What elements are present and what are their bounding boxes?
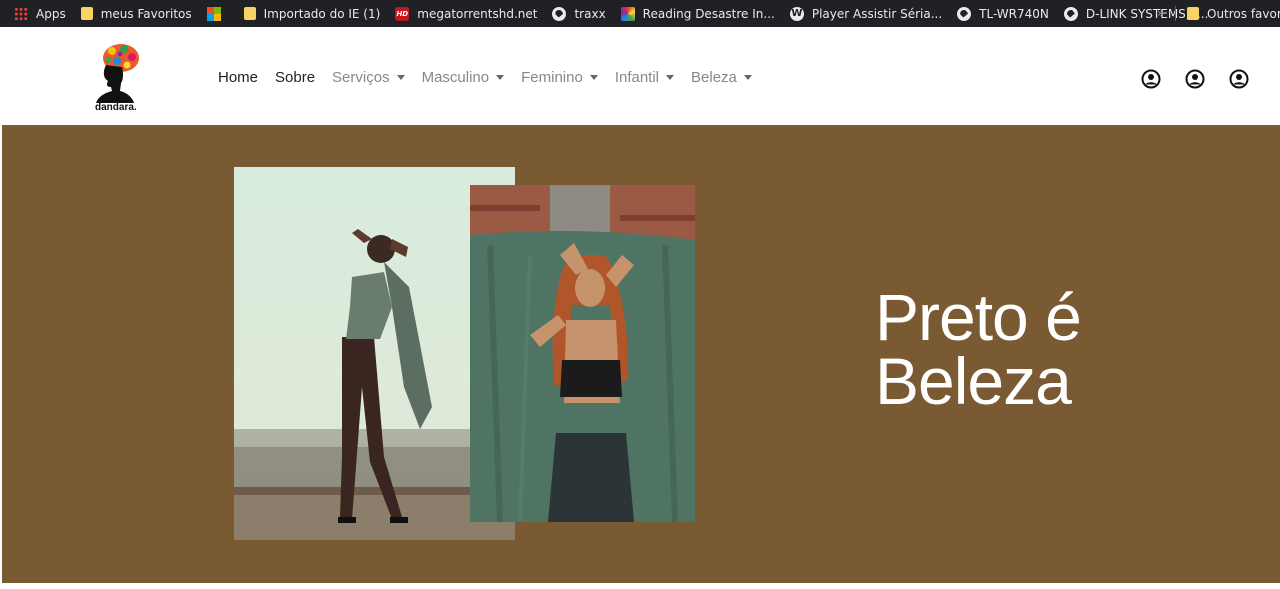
bookmark-other-favorites[interactable]: Outros favoritos: [1187, 0, 1280, 27]
nav-label: Serviços: [332, 69, 390, 86]
apps-icon: [14, 6, 28, 21]
reading-icon: [620, 6, 635, 21]
user-circle-icon[interactable]: [1141, 69, 1161, 89]
bookmark-tl-wr740n[interactable]: TL-WR740N: [957, 6, 1049, 21]
globe-icon: [957, 6, 972, 21]
nav-label: Feminino: [521, 69, 583, 86]
hero-title: Preto é Beleza: [875, 280, 1082, 418]
nav-label: Infantil: [614, 69, 660, 86]
brand-name: dandara.: [95, 102, 137, 113]
nav-label: Sobre: [275, 69, 316, 86]
hero-banner: Preto é Beleza: [2, 125, 1280, 583]
nav-feminino-dropdown[interactable]: Feminino: [521, 69, 598, 86]
hero-title-line-1: Preto é: [875, 280, 1082, 354]
nav-label: Masculino: [421, 69, 490, 86]
main-nav: Home Sobre Serviços Masculino Feminino I…: [218, 69, 769, 86]
caret-down-icon: [589, 75, 598, 80]
hd-icon: HD: [395, 6, 410, 21]
user-icons-group: [1117, 69, 1249, 89]
bookmark-importado-ie[interactable]: Importado do IE (1): [243, 6, 381, 21]
caret-down-icon: [743, 75, 752, 80]
nav-masculino-dropdown[interactable]: Masculino: [422, 69, 505, 86]
hero-title-line-2: Beleza: [875, 344, 1072, 418]
bookmark-microsoft[interactable]: [206, 6, 229, 21]
caret-down-icon: [496, 75, 505, 80]
bookmark-player-assistir[interactable]: W Player Assistir Séria...: [789, 6, 943, 21]
bookmark-label: Apps: [36, 6, 66, 21]
folder-icon: [80, 7, 93, 20]
globe-icon: [1063, 6, 1078, 21]
user-circle-icon[interactable]: [1229, 69, 1249, 89]
nav-label: Home: [218, 69, 259, 86]
bookmark-label: Outros favoritos: [1207, 6, 1280, 21]
wordpress-icon: W: [789, 6, 804, 21]
folder-icon: [1187, 7, 1199, 20]
bookmark-label: traxx: [574, 6, 606, 21]
user-circle-icon[interactable]: [1185, 69, 1205, 89]
site-navbar: dandara. Home Sobre Serviços Masculino F…: [0, 31, 1280, 125]
globe-icon: [552, 6, 567, 21]
microsoft-icon: [206, 6, 221, 21]
bookmarks-divider: [1175, 6, 1176, 21]
bookmark-traxx[interactable]: traxx: [552, 6, 606, 21]
hero-photo-woman-green-backdrop: [470, 185, 695, 522]
nav-infantil-dropdown[interactable]: Infantil: [614, 69, 675, 86]
folder-icon: [243, 7, 256, 20]
caret-down-icon: [666, 75, 675, 80]
nav-servicos-dropdown[interactable]: Serviços: [332, 69, 405, 86]
bookmark-label: Importado do IE (1): [263, 6, 381, 21]
bookmarks-bar: Apps meus Favoritos Importado do IE (1) …: [0, 0, 1280, 27]
nav-beleza-dropdown[interactable]: Beleza: [691, 69, 752, 86]
page-bottom-strip: [0, 583, 1280, 589]
bookmark-label: Reading Desastre In...: [642, 6, 775, 21]
caret-down-icon: [396, 75, 405, 80]
bookmark-label: Player Assistir Séria...: [811, 6, 943, 21]
bookmarks-overflow-chevron[interactable]: »: [1157, 6, 1164, 20]
bookmark-label: meus Favoritos: [100, 6, 192, 21]
bookmark-label: TL-WR740N: [979, 6, 1049, 21]
nav-label: Beleza: [691, 69, 737, 86]
bookmark-meus-favoritos[interactable]: meus Favoritos: [80, 6, 192, 21]
nav-sobre[interactable]: Sobre: [275, 69, 315, 86]
bookmark-reading-desastre[interactable]: Reading Desastre In...: [620, 6, 775, 21]
bookmark-megatorrentshd[interactable]: HD megatorrentshd.net: [395, 6, 538, 21]
nav-home[interactable]: Home: [218, 69, 258, 86]
bookmark-apps[interactable]: Apps: [14, 6, 66, 21]
bookmark-label: megatorrentshd.net: [417, 6, 538, 21]
